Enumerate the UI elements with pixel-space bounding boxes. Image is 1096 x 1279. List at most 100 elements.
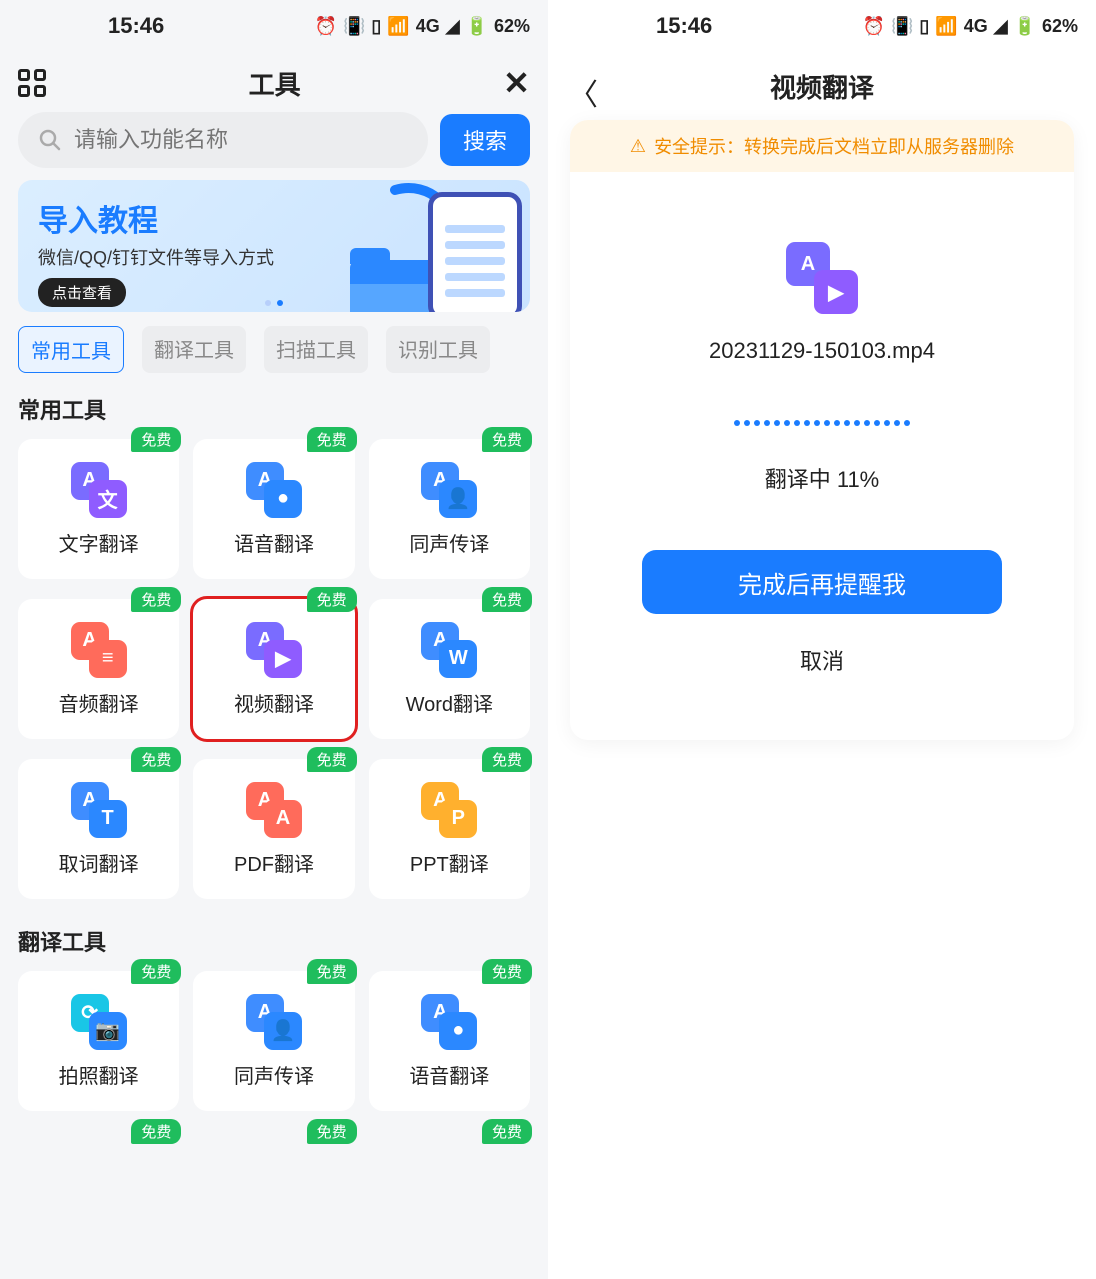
tab-翻译工具[interactable]: 翻译工具 (142, 326, 246, 373)
tool-label: 文字翻译 (59, 528, 139, 557)
search-input[interactable] (74, 127, 408, 153)
tool-同声传译[interactable]: 免费A👤同声传译 (193, 971, 354, 1111)
wifi-icon: 📶 (935, 16, 957, 37)
tool-label: 音频翻译 (59, 688, 139, 717)
signal-icon: ◢ (446, 16, 460, 37)
tool-row-partial: 免费 (193, 1131, 354, 1141)
tool-label: 视频翻译 (234, 688, 314, 717)
vibrate-icon: 📳 (343, 16, 365, 37)
search-button[interactable]: 搜索 (440, 114, 530, 166)
sim-icon: ▯ (371, 16, 381, 37)
cancel-button[interactable]: 取消 (800, 644, 844, 676)
tool-icon: A≡ (71, 622, 127, 678)
remind-later-button[interactable]: 完成后再提醒我 (642, 550, 1002, 614)
free-badge: 免费 (307, 959, 357, 984)
status-time: 15:46 (656, 13, 712, 39)
tool-icon: A▶ (246, 622, 302, 678)
wifi-icon: 📶 (387, 16, 409, 37)
section-title: 翻译工具 (0, 919, 548, 971)
tool-音频翻译[interactable]: 免费A≡音频翻译 (18, 599, 179, 739)
tool-同声传译[interactable]: 免费A👤同声传译 (369, 439, 530, 579)
translate-progress-card: ⚠ 安全提示：转换完成后文档立即从服务器删除 A ▶ 20231129-1501… (570, 120, 1074, 740)
tool-取词翻译[interactable]: 免费AT取词翻译 (18, 759, 179, 899)
network-label: 4G (964, 16, 988, 37)
free-badge: 免费 (482, 587, 532, 612)
free-badge: 免费 (131, 959, 181, 984)
tool-icon: A文 (71, 462, 127, 518)
battery-icon: 🔋 (1014, 16, 1036, 37)
tool-视频翻译[interactable]: 免费A▶视频翻译 (193, 599, 354, 739)
battery-label: 62% (494, 16, 530, 37)
progress-indicator (734, 420, 910, 426)
tool-row-partial: 免费 (369, 1131, 530, 1141)
status-bar: 15:46 ⏰ 📳 ▯ 📶 4G ◢ 🔋 62% (548, 0, 1096, 52)
tool-语音翻译[interactable]: 免费A●语音翻译 (193, 439, 354, 579)
tool-icon: AP (421, 782, 477, 838)
free-badge: 免费 (131, 747, 181, 772)
notice-text: 安全提示：转换完成后文档立即从服务器删除 (654, 133, 1014, 159)
tool-icon: AT (71, 782, 127, 838)
banner-button[interactable]: 点击查看 (38, 278, 126, 307)
sim-icon: ▯ (919, 16, 929, 37)
free-badge: 免费 (131, 1119, 181, 1144)
banner-illustration (340, 180, 530, 312)
tool-row-partial: 免费 (18, 1131, 179, 1141)
tool-语音翻译[interactable]: 免费A●语音翻译 (369, 971, 530, 1111)
tool-label: PDF翻译 (234, 848, 314, 877)
tool-icon: A👤 (421, 462, 477, 518)
tab-常用工具[interactable]: 常用工具 (18, 326, 124, 373)
tab-扫描工具[interactable]: 扫描工具 (264, 326, 368, 373)
back-icon[interactable]: 〈 (568, 70, 598, 114)
tab-识别工具[interactable]: 识别工具 (386, 326, 490, 373)
tool-icon: A👤 (246, 994, 302, 1050)
tool-label: 拍照翻译 (59, 1060, 139, 1089)
tool-icon: A● (421, 994, 477, 1050)
battery-label: 62% (1042, 16, 1078, 37)
free-badge: 免费 (307, 1119, 357, 1144)
tool-icon: A● (246, 462, 302, 518)
status-icons: ⏰ 📳 ▯ 📶 4G ◢ 🔋 62% (863, 16, 1078, 37)
signal-icon: ◢ (994, 16, 1008, 37)
tool-拍照翻译[interactable]: 免费⟳📷拍照翻译 (18, 971, 179, 1111)
alarm-icon: ⏰ (863, 16, 885, 37)
status-time: 15:46 (108, 13, 164, 39)
status-bar: 15:46 ⏰ 📳 ▯ 📶 4G ◢ 🔋 62% (0, 0, 548, 52)
safety-notice: ⚠ 安全提示：转换完成后文档立即从服务器删除 (570, 120, 1074, 172)
search-field[interactable] (18, 112, 428, 168)
free-badge: 免费 (482, 427, 532, 452)
page-title: 视频翻译 (770, 68, 874, 105)
tool-PDF翻译[interactable]: 免费AAPDF翻译 (193, 759, 354, 899)
tool-PPT翻译[interactable]: 免费APPPT翻译 (369, 759, 530, 899)
free-badge: 免费 (482, 1119, 532, 1144)
alarm-icon: ⏰ (315, 16, 337, 37)
video-file-icon: A ▶ (786, 242, 858, 314)
tool-Word翻译[interactable]: 免费AWWord翻译 (369, 599, 530, 739)
free-badge: 免费 (482, 959, 532, 984)
search-icon (38, 128, 62, 152)
battery-icon: 🔋 (466, 16, 488, 37)
import-tutorial-banner[interactable]: 导入教程 微信/QQ/钉钉文件等导入方式 点击查看 (18, 180, 530, 312)
tool-label: Word翻译 (406, 688, 493, 717)
network-label: 4G (416, 16, 440, 37)
tool-label: 同声传译 (234, 1060, 314, 1089)
page-title: 工具 (249, 65, 301, 102)
tool-label: 语音翻译 (409, 1060, 489, 1089)
warning-icon: ⚠ (630, 136, 646, 157)
free-badge: 免费 (307, 587, 357, 612)
tool-文字翻译[interactable]: 免费A文文字翻译 (18, 439, 179, 579)
free-badge: 免费 (131, 427, 181, 452)
tool-icon: ⟳📷 (71, 994, 127, 1050)
tool-label: 语音翻译 (234, 528, 314, 557)
tool-label: PPT翻译 (410, 848, 489, 877)
free-badge: 免费 (482, 747, 532, 772)
progress-text: 翻译中 11% (765, 462, 880, 494)
app-grid-icon[interactable] (18, 69, 46, 97)
section-title: 常用工具 (0, 387, 548, 439)
vibrate-icon: 📳 (891, 16, 913, 37)
free-badge: 免费 (131, 587, 181, 612)
free-badge: 免费 (307, 747, 357, 772)
tool-icon: AW (421, 622, 477, 678)
tool-label: 取词翻译 (59, 848, 139, 877)
close-icon[interactable]: ✕ (503, 64, 530, 102)
tool-label: 同声传译 (409, 528, 489, 557)
